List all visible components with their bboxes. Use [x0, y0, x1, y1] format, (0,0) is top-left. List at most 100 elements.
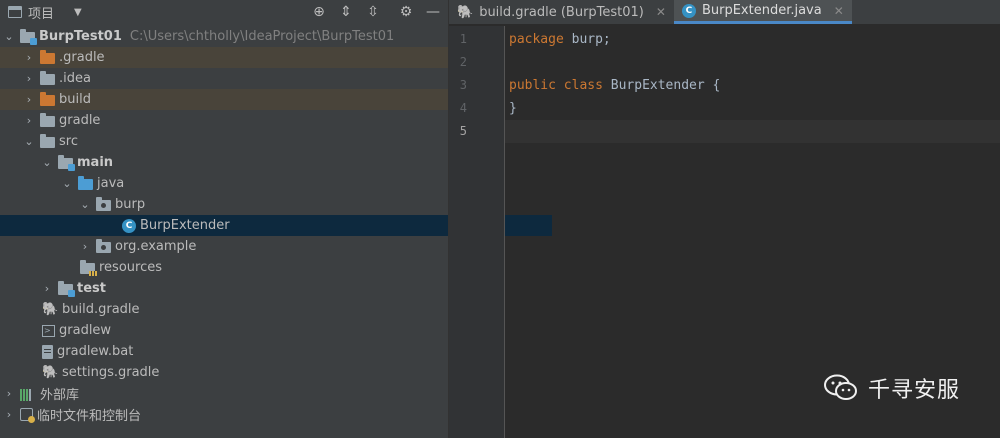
- folder-icon: [40, 112, 55, 127]
- source-set-folder-icon: [58, 280, 75, 297]
- keyword-class: class: [563, 78, 603, 93]
- line-number: 4: [459, 101, 467, 115]
- open-brace: {: [704, 78, 721, 93]
- keyword-package: package: [509, 32, 564, 47]
- project-panel-title: 项目: [28, 6, 55, 22]
- current-line-highlight: [505, 120, 1000, 143]
- chevron-right-icon[interactable]: ›: [2, 408, 16, 421]
- chevron-down-icon[interactable]: ⌄: [40, 156, 54, 169]
- close-icon[interactable]: ✕: [656, 5, 666, 19]
- scratches-icon: [20, 408, 35, 423]
- gradle-elephant-icon: 🐘: [457, 4, 474, 20]
- tree-item-label: java: [97, 176, 125, 191]
- line-number: 3: [459, 78, 467, 92]
- tree-item-scratches-consoles[interactable]: › 临时文件和控制台: [0, 404, 450, 425]
- line-number: 2: [459, 55, 467, 69]
- tree-item-label: burp: [115, 197, 146, 212]
- line-number: 1: [459, 32, 467, 46]
- tree-item-label: build.gradle: [62, 302, 140, 317]
- module-folder-icon: [20, 28, 37, 45]
- tree-item-settings-gradle[interactable]: › 🐘 settings.gradle: [0, 362, 472, 383]
- tab-burpextender-java[interactable]: C BurpExtender.java ✕: [673, 0, 852, 24]
- text-file-icon: [42, 344, 53, 359]
- tree-item-label: .gradle: [59, 50, 105, 65]
- tree-item-resources[interactable]: › resources: [0, 257, 510, 278]
- tree-item-gradlew-bat[interactable]: › gradlew.bat: [0, 341, 472, 362]
- chevron-down-icon[interactable]: ⌄: [22, 135, 36, 148]
- tree-item-label: resources: [99, 260, 163, 275]
- tree-item-label: settings.gradle: [62, 365, 160, 380]
- tree-item-label: build: [59, 92, 91, 107]
- chevron-right-icon[interactable]: ›: [22, 93, 36, 106]
- tree-item-gradlew[interactable]: › > gradlew: [0, 320, 472, 341]
- line-number: 5: [459, 124, 467, 138]
- tree-item-label: 临时文件和控制台: [37, 409, 142, 424]
- tree-item-label: org.example: [115, 239, 197, 254]
- tree-item-build-gradle[interactable]: › 🐘 build.gradle: [0, 299, 472, 320]
- chevron-down-icon[interactable]: ⌄: [60, 177, 74, 190]
- code-line-4[interactable]: }: [509, 97, 517, 120]
- chevron-down-icon[interactable]: ⌄: [2, 30, 16, 43]
- chevron-right-icon[interactable]: ›: [22, 114, 36, 127]
- project-window-icon: [8, 6, 22, 18]
- chevron-right-icon[interactable]: ›: [40, 282, 54, 295]
- watermark-text: 千寻安服: [868, 378, 961, 403]
- project-panel-header: 项目 ▼ ⊕ ⇕ ⇳ ⚙ —: [0, 0, 448, 24]
- hide-icon[interactable]: —: [424, 4, 442, 20]
- chevron-down-icon[interactable]: ▼: [74, 7, 82, 18]
- java-class-icon: C: [122, 218, 136, 233]
- chevron-right-icon[interactable]: ›: [22, 51, 36, 64]
- tree-item-label: BurpExtender: [140, 218, 230, 233]
- tree-item-src[interactable]: ⌄ src: [0, 131, 470, 152]
- keyword-public: public: [509, 78, 556, 93]
- tree-item-gradle-cache[interactable]: › .gradle: [0, 47, 470, 68]
- tree-item-main[interactable]: ⌄ main: [0, 152, 488, 173]
- tree-item-idea[interactable]: › .idea: [0, 68, 470, 89]
- watermark: 千寻安服: [824, 372, 960, 404]
- source-set-folder-icon: [58, 154, 75, 171]
- tree-item-java[interactable]: ⌄ java: [0, 173, 508, 194]
- tree-item-label: 外部库: [40, 388, 80, 403]
- editor-tab-bar: 🐘 build.gradle (BurpTest01) ✕ C BurpExte…: [449, 0, 1000, 24]
- class-name: BurpExtender: [610, 78, 705, 93]
- chevron-down-icon[interactable]: ⌄: [78, 198, 92, 211]
- tree-item-gradle[interactable]: › gradle: [0, 110, 470, 131]
- excluded-folder-icon: [40, 49, 55, 64]
- tree-item-build[interactable]: › build: [0, 89, 470, 110]
- wechat-logo-icon: [824, 374, 857, 400]
- root-name: BurpTest01: [39, 29, 122, 44]
- root-path: C:\Users\chtholly\IdeaProject\BurpTest01: [129, 29, 395, 44]
- tree-root-burptest01[interactable]: ⌄ BurpTest01 C:\Users\chtholly\IdeaProje…: [0, 26, 450, 47]
- tree-item-label: gradlew.bat: [57, 344, 134, 359]
- package-icon: [96, 196, 111, 211]
- code-line-1[interactable]: package burp;: [509, 28, 611, 51]
- terminal-file-icon: >: [42, 324, 55, 337]
- library-icon: [20, 387, 36, 401]
- close-icon[interactable]: ✕: [834, 4, 844, 18]
- locate-icon[interactable]: ⊕: [310, 4, 328, 20]
- tree-item-label: src: [59, 134, 78, 149]
- chevron-right-icon[interactable]: ›: [78, 240, 92, 253]
- chevron-right-icon[interactable]: ›: [22, 72, 36, 85]
- tree-item-test[interactable]: › test: [0, 278, 488, 299]
- project-view-selector[interactable]: 项目 ▼: [0, 3, 82, 22]
- folder-icon: [40, 133, 55, 148]
- expand-all-icon[interactable]: ⇕: [337, 4, 355, 20]
- gradle-elephant-icon: 🐘: [42, 364, 59, 380]
- tree-item-label: .idea: [59, 71, 91, 86]
- gutter-separator: [504, 26, 505, 438]
- tab-label: BurpExtender.java: [701, 3, 822, 18]
- code-line-3[interactable]: public class BurpExtender {: [509, 74, 720, 97]
- resources-folder-icon: [80, 259, 97, 276]
- package-icon: [96, 238, 111, 253]
- settings-icon[interactable]: ⚙: [397, 4, 415, 20]
- tree-item-label: gradlew: [59, 323, 112, 338]
- tree-item-external-libraries[interactable]: › 外部库: [0, 383, 450, 404]
- excluded-folder-icon: [40, 91, 55, 106]
- tab-build-gradle[interactable]: 🐘 build.gradle (BurpTest01) ✕: [449, 0, 674, 24]
- source-root-folder-icon: [78, 175, 93, 190]
- project-panel: 项目 ▼ ⊕ ⇕ ⇳ ⚙ — ⌄ BurpTest01 C:\Users\cht…: [0, 0, 552, 438]
- tab-label: build.gradle (BurpTest01): [479, 4, 644, 20]
- collapse-all-icon[interactable]: ⇳: [364, 4, 382, 20]
- chevron-right-icon[interactable]: ›: [2, 387, 16, 400]
